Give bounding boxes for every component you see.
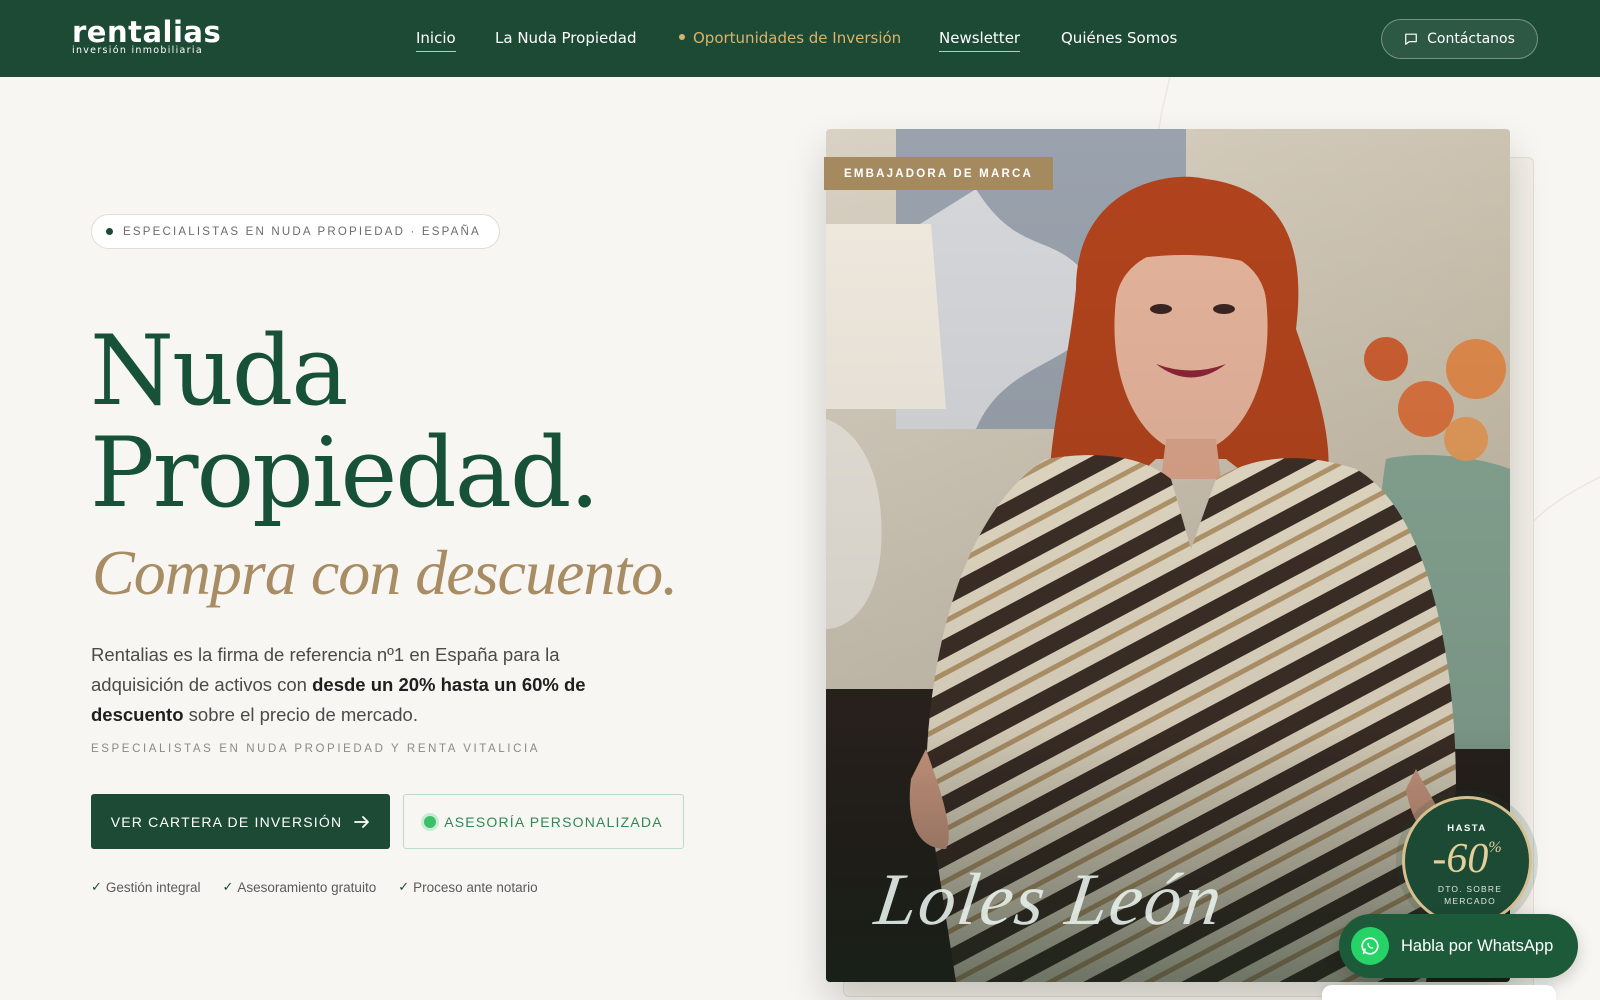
checkmark-icon: ✓ bbox=[222, 879, 234, 894]
badge-dot-icon bbox=[106, 228, 113, 235]
check-label: Proceso ante notario bbox=[413, 879, 538, 895]
discount-value: -60% bbox=[1405, 835, 1529, 883]
online-status-icon bbox=[424, 815, 437, 828]
hero-description: Rentalias es la firma de referencia nº1 … bbox=[91, 640, 631, 730]
whatsapp-icon bbox=[1351, 927, 1389, 965]
nav-link-newsletter[interactable]: Newsletter bbox=[939, 29, 1021, 52]
check-item: ✓ Asesoramiento gratuito bbox=[222, 879, 376, 895]
discount-bottom-label: DTO. SOBRE MERCADO bbox=[1437, 884, 1503, 906]
whatsapp-button[interactable]: Habla por WhatsApp bbox=[1339, 914, 1578, 978]
hero-title-line2: Propiedad. bbox=[90, 417, 600, 529]
nav-link-nuda-propiedad[interactable]: La Nuda Propiedad bbox=[495, 29, 636, 47]
brand-logo[interactable]: rentalias inversión inmobiliaria bbox=[72, 15, 222, 57]
nav-link-quienes-somos[interactable]: Quiénes Somos bbox=[1061, 29, 1177, 47]
check-item: ✓ Gestión integral bbox=[91, 879, 200, 895]
view-portfolio-label: VER CARTERA DE INVERSIÓN bbox=[110, 813, 343, 830]
hero-title: Nuda Propiedad. bbox=[90, 315, 600, 529]
discount-unit: % bbox=[1488, 839, 1502, 856]
nav-link-oportunidades[interactable]: Oportunidades de Inversión bbox=[679, 29, 901, 47]
ambassador-signature: Loles León bbox=[870, 859, 1229, 941]
view-portfolio-button[interactable]: VER CARTERA DE INVERSIÓN bbox=[91, 794, 390, 849]
discount-seal: HASTA -60% DTO. SOBRE MERCADO bbox=[1402, 796, 1532, 926]
checkmark-icon: ✓ bbox=[91, 879, 102, 894]
hero-title-line1: Nuda bbox=[90, 315, 349, 427]
nav-link-inicio[interactable]: Inicio bbox=[416, 29, 456, 52]
check-label: Asesoramiento gratuito bbox=[237, 879, 377, 895]
personal-advice-button[interactable]: ASESORÍA PERSONALIZADA bbox=[403, 794, 684, 849]
hero-tagline: ESPECIALISTAS EN NUDA PROPIEDAD Y RENTA … bbox=[91, 743, 541, 755]
arrow-right-icon bbox=[354, 815, 370, 828]
hero-subtitle: Compra con descuento. bbox=[92, 537, 678, 608]
discount-number: -60 bbox=[1432, 836, 1489, 882]
whatsapp-label: Habla por WhatsApp bbox=[1401, 936, 1554, 955]
description-part2: sobre el precio de mercado. bbox=[183, 704, 418, 725]
badge-text: ESPECIALISTAS EN NUDA PROPIEDAD · ESPAÑA bbox=[123, 225, 481, 238]
brand-name: rentalias bbox=[72, 15, 222, 49]
top-navbar: rentalias inversión inmobiliaria Inicio … bbox=[0, 0, 1600, 77]
brand-tagline: inversión inmobiliaria bbox=[72, 45, 203, 56]
checkmark-icon: ✓ bbox=[398, 879, 410, 894]
active-dot-icon bbox=[679, 33, 685, 40]
specialist-badge: ESPECIALISTAS EN NUDA PROPIEDAD · ESPAÑA bbox=[91, 214, 500, 249]
personal-advice-label: ASESORÍA PERSONALIZADA bbox=[444, 813, 663, 830]
bottom-card-peek bbox=[1322, 985, 1556, 1000]
contact-button-label: Contáctanos bbox=[1427, 31, 1515, 47]
discount-top-label: HASTA bbox=[1447, 823, 1487, 834]
nav-link-oportunidades-label: Oportunidades de Inversión bbox=[693, 29, 902, 47]
feature-checklist: ✓ Gestión integral ✓ Asesoramiento gratuit… bbox=[91, 879, 538, 895]
chat-bubble-icon bbox=[1405, 33, 1417, 45]
check-label: Gestión integral bbox=[105, 879, 201, 895]
check-item: ✓ Proceso ante notario bbox=[398, 879, 538, 895]
contact-button[interactable]: Contáctanos bbox=[1381, 19, 1538, 59]
ambassador-label: EMBAJADORA DE MARCA bbox=[824, 157, 1053, 190]
